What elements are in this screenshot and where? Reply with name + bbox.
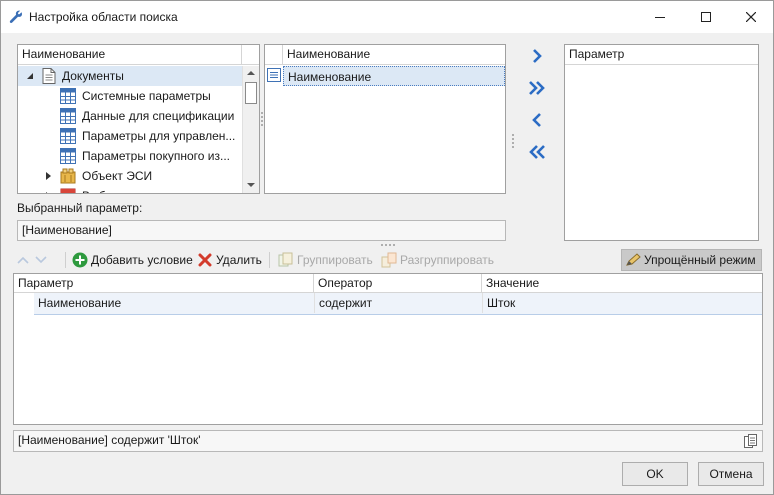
- object-tree-panel: Наименование Документы Системные парамет…: [17, 44, 260, 194]
- delete-icon: [198, 253, 212, 267]
- maximize-button[interactable]: [683, 1, 729, 33]
- conditions-grid: Параметр Оператор Значение Наименование …: [13, 273, 763, 425]
- ungroup-label: Разгруппировать: [400, 253, 495, 267]
- tree-item-label: Данные для спецификации: [82, 109, 235, 123]
- tree-column-header: Наименование: [18, 45, 242, 65]
- selected-param-label: Выбранный параметр:: [17, 201, 143, 215]
- splitter-grip-icon: [512, 134, 514, 148]
- move-left-button[interactable]: [526, 109, 548, 131]
- move-left-icon: [532, 113, 541, 127]
- move-all-right-icon: [529, 81, 545, 95]
- pencil-icon: [626, 253, 641, 266]
- cancel-button[interactable]: Отмена: [698, 462, 764, 486]
- field-row-icon: [267, 68, 281, 82]
- tree-item-label: Системные параметры: [82, 89, 211, 103]
- tree-item-esi-object[interactable]: Объект ЭСИ: [18, 166, 242, 186]
- toolbar-separator: [65, 252, 66, 268]
- table-icon: [60, 128, 76, 144]
- tree-item-label: Документы: [62, 69, 124, 83]
- dialog-window: Настройка области поиска Наименование До…: [0, 0, 774, 495]
- grid-header-operator[interactable]: Оператор: [314, 274, 482, 293]
- move-up-icon[interactable]: [17, 255, 29, 265]
- move-all-right-button[interactable]: [526, 77, 548, 99]
- tree-item-label: Объект ЭСИ: [82, 169, 153, 183]
- maximize-icon: [701, 12, 711, 22]
- fields-panel: Наименование Наименование: [264, 44, 506, 194]
- table-icon: [60, 148, 76, 164]
- scroll-down-icon[interactable]: [247, 182, 255, 188]
- tree-item-label: Параметры покупного из...: [82, 149, 230, 163]
- group-icon: [278, 252, 293, 267]
- minimize-button[interactable]: [637, 1, 683, 33]
- tree-header-corner: [242, 45, 259, 65]
- field-row[interactable]: Наименование: [283, 66, 505, 86]
- move-all-left-button[interactable]: [526, 141, 548, 163]
- scroll-up-icon[interactable]: [247, 70, 255, 76]
- add-icon: [72, 252, 88, 268]
- selected-param-field[interactable]: [Наименование]: [17, 220, 506, 241]
- move-down-icon[interactable]: [35, 255, 47, 265]
- minimize-icon: [655, 17, 665, 18]
- tree-item-documents[interactable]: Документы: [18, 66, 242, 86]
- tree-item-mgmt-params[interactable]: Параметры для управлен...: [18, 126, 242, 146]
- tree-item-purchased-params[interactable]: Параметры покупного из...: [18, 146, 242, 166]
- simple-mode-toggle[interactable]: Упрощённый режим: [621, 249, 762, 271]
- fields-header-corner: [265, 45, 283, 65]
- window-title: Настройка области поиска: [29, 10, 178, 24]
- selected-params-header: Параметр: [565, 45, 758, 65]
- horizontal-splitter-icon[interactable]: [380, 243, 396, 247]
- title-bar: Настройка области поиска: [1, 1, 773, 33]
- move-right-button[interactable]: [526, 45, 548, 67]
- fields-column-header: Наименование: [283, 45, 505, 65]
- grid-header-param[interactable]: Параметр: [14, 274, 314, 293]
- close-button[interactable]: [728, 1, 774, 33]
- close-icon: [746, 12, 756, 22]
- move-all-left-icon: [529, 145, 545, 159]
- group-label: Группировать: [297, 253, 373, 267]
- simple-mode-label: Упрощённый режим: [644, 253, 756, 267]
- expand-right-icon[interactable]: [46, 192, 52, 194]
- expression-field[interactable]: [Наименование] содержит 'Шток': [13, 430, 763, 452]
- expand-right-icon[interactable]: [46, 172, 52, 180]
- copy-icon[interactable]: [744, 434, 758, 448]
- cell-param[interactable]: Наименование: [34, 293, 314, 313]
- ungroup-icon: [381, 252, 397, 268]
- table-row[interactable]: Наименование содержит Шток: [34, 293, 762, 315]
- tree-item-selection[interactable]: Выб...: [18, 186, 242, 194]
- tree-scrollbar[interactable]: [242, 66, 259, 193]
- add-condition-label: Добавить условие: [91, 253, 193, 267]
- expression-text: [Наименование] содержит 'Шток': [18, 433, 201, 447]
- assembly-icon: [60, 188, 76, 193]
- cell-operator[interactable]: содержит: [314, 293, 482, 313]
- document-icon: [42, 68, 56, 84]
- wrench-icon: [9, 10, 22, 23]
- tree-item-spec-data[interactable]: Данные для спецификации: [18, 106, 242, 126]
- move-right-icon: [533, 49, 542, 63]
- grid-header-value[interactable]: Значение: [482, 274, 762, 293]
- cell-value[interactable]: Шток: [482, 293, 762, 313]
- tree-item-label: Параметры для управлен...: [82, 129, 236, 143]
- delete-label: Удалить: [216, 253, 262, 267]
- ok-button[interactable]: OK: [622, 462, 688, 486]
- expand-down-icon[interactable]: [26, 72, 34, 80]
- selected-params-panel: Параметр: [564, 44, 759, 241]
- toolbar-separator: [269, 252, 270, 268]
- table-icon: [60, 108, 76, 124]
- tree-item-system-params[interactable]: Системные параметры: [18, 86, 242, 106]
- table-icon: [60, 88, 76, 104]
- scroll-thumb[interactable]: [245, 82, 257, 104]
- tree-item-label: Выб...: [82, 186, 116, 193]
- assembly-icon: [60, 168, 76, 184]
